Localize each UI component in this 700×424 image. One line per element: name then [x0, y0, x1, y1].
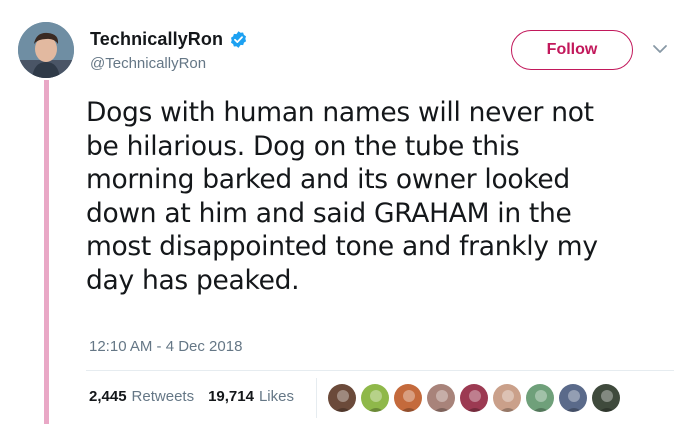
retweets-label: Retweets — [131, 388, 195, 405]
user-info: TechnicallyRon @TechnicallyRon — [90, 29, 248, 72]
user-handle[interactable]: @TechnicallyRon — [90, 55, 248, 72]
liker-photo — [493, 384, 521, 412]
tweet-stats: 2,445 Retweets 19,714 Likes — [89, 388, 308, 405]
verified-badge-icon — [231, 31, 247, 48]
tweet-text-line: be hilarious. Dog on the tube this — [86, 130, 520, 162]
display-name[interactable]: TechnicallyRon — [90, 29, 223, 50]
tweet-text: Dogs with human names will never not be … — [86, 96, 686, 297]
likes-count: 19,714 — [208, 388, 254, 405]
liker-avatar-5[interactable] — [459, 383, 489, 413]
follow-button[interactable]: Follow — [511, 30, 633, 70]
likes-label: Likes — [258, 388, 294, 405]
tweet-timestamp[interactable]: 12:10 AM - 4 Dec 2018 — [89, 338, 242, 355]
stats-separator — [316, 378, 317, 418]
tweet-text-line: down at him and said GRAHAM in the — [86, 197, 572, 229]
retweets-count: 2,445 — [89, 388, 127, 405]
liker-avatar-8[interactable] — [558, 383, 588, 413]
liker-avatar-9[interactable] — [591, 383, 621, 413]
liker-avatar-4[interactable] — [426, 383, 456, 413]
avatar[interactable] — [18, 22, 74, 78]
liker-avatar-2[interactable] — [360, 383, 390, 413]
liker-photo — [559, 384, 587, 412]
liker-photo — [394, 384, 422, 412]
chevron-down-icon[interactable] — [651, 42, 669, 56]
profile-photo — [18, 22, 74, 78]
tweet-text-line: morning barked and its owner looked — [86, 164, 570, 195]
liker-avatar-6[interactable] — [492, 383, 522, 413]
liker-photo — [460, 384, 488, 412]
liker-photo — [328, 384, 356, 412]
divider — [86, 370, 674, 371]
liker-avatar-7[interactable] — [525, 383, 555, 413]
retweets-stat[interactable]: 2,445 Retweets — [89, 388, 194, 405]
thread-line — [44, 80, 49, 424]
tweet-text-line: Dogs with human names will never not — [86, 97, 594, 128]
liker-photo — [361, 384, 389, 412]
liker-avatar-3[interactable] — [393, 383, 423, 413]
tweet-text-line: most disappointed tone and frankly my — [86, 231, 598, 262]
liker-avatars — [327, 383, 624, 413]
liker-photo — [427, 384, 455, 412]
liker-photo — [526, 384, 554, 412]
liker-photo — [592, 384, 620, 412]
tweet-text-line: day has peaked. — [86, 264, 300, 296]
liker-avatar-1[interactable] — [327, 383, 357, 413]
likes-stat[interactable]: 19,714 Likes — [208, 388, 294, 405]
